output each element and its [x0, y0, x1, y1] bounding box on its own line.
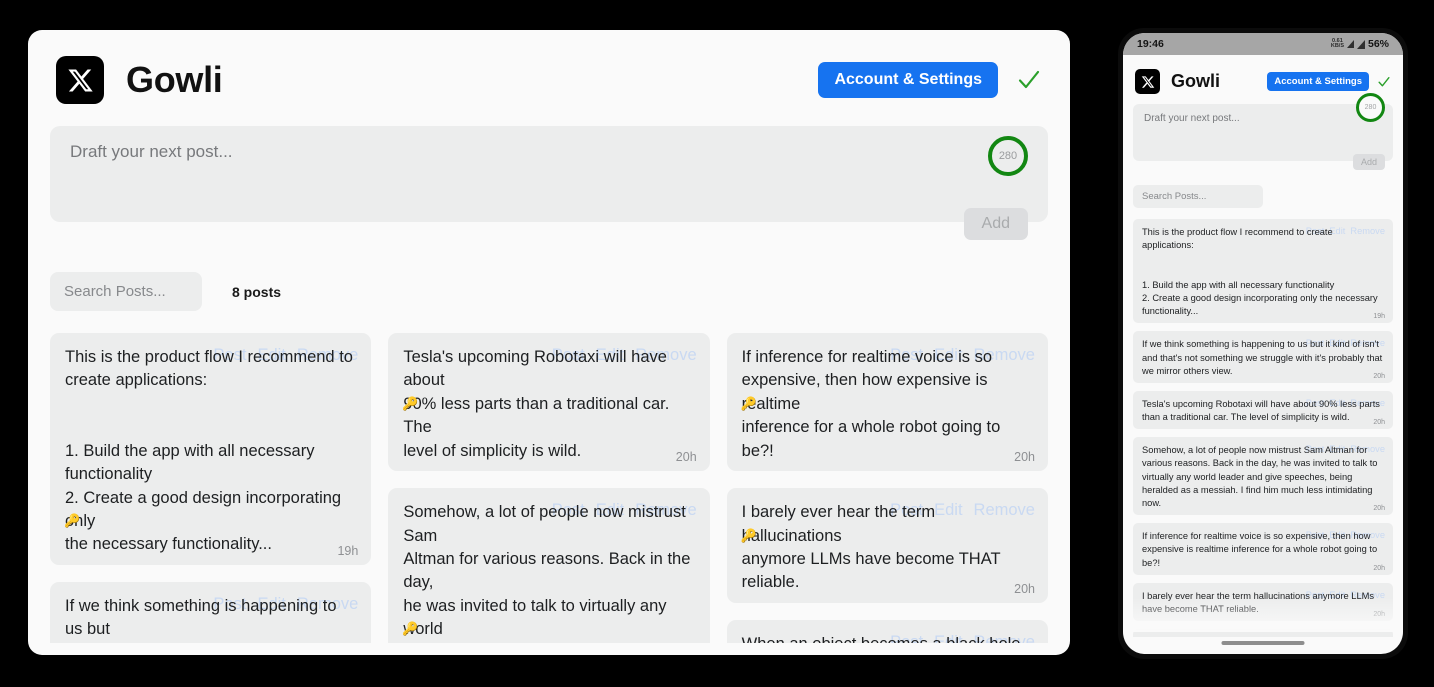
character-counter-ring-mobile: 280	[1356, 93, 1385, 122]
status-time: 19:46	[1137, 38, 1164, 50]
post-card-text-mobile: If we think something is happening to us…	[1142, 338, 1384, 378]
composer-placeholder: Draft your next post...	[70, 142, 1028, 162]
post-timestamp-mobile: 20h	[1373, 505, 1385, 512]
account-settings-button-mobile[interactable]: Account & Settings	[1267, 72, 1369, 91]
post-card-mobile[interactable]: PostEditRemoveThis is the product flow I…	[1133, 219, 1393, 323]
posts-list-mobile: PostEditRemoveThis is the product flow I…	[1133, 219, 1393, 637]
post-card-text: Somehow, a lot of people now mistrust Sa…	[403, 501, 694, 643]
green-check-icon-mobile[interactable]	[1377, 75, 1391, 89]
mobile-data-icon	[1347, 40, 1354, 48]
post-card[interactable]: PostEditRemoveSomehow, a lot of people n…	[388, 488, 709, 643]
screenshot-stage: Gowli Account & Settings Draft your next…	[0, 0, 1434, 687]
key-emoji-icon: 🔑	[741, 529, 757, 542]
posts-column-3: PostEditRemoveIf inference for realtime …	[727, 333, 1048, 643]
post-card-mobile[interactable]: PostEditRemoveIf we think something is h…	[1133, 331, 1393, 383]
key-emoji-icon: 🔑	[402, 622, 418, 635]
character-counter-ring: 280	[988, 136, 1028, 176]
post-card-mobile[interactable]: PostEditRemoveTesla's upcoming Robotaxi …	[1133, 391, 1393, 429]
search-posts-input[interactable]	[50, 272, 202, 311]
post-card-mobile[interactable]: PostEditRemoveI barely ever hear the ter…	[1133, 583, 1393, 621]
post-card-text: If we think something is happening to us…	[65, 595, 356, 643]
post-card[interactable]: PostEditRemoveTesla's upcoming Robotaxi …	[388, 333, 709, 471]
post-timestamp-mobile: 20h	[1373, 373, 1385, 380]
app-title: Gowli	[126, 59, 223, 101]
post-timestamp-mobile: 20h	[1373, 419, 1385, 426]
search-row: 8 posts	[50, 272, 1048, 311]
network-speed-unit: KB/S	[1331, 43, 1344, 49]
post-card-text-mobile: I barely ever hear the term hallucinatio…	[1142, 590, 1384, 616]
green-check-icon[interactable]	[1016, 67, 1042, 93]
post-card-text: When an object becomes a black hole noth…	[742, 633, 1033, 643]
network-speed-icon: 0.61 KB/S	[1331, 39, 1344, 49]
key-emoji-icon: 🔑	[402, 397, 418, 410]
posts-column-1: PostEditRemoveThis is the product flow I…	[50, 333, 371, 643]
status-icons: 0.61 KB/S 56%	[1331, 38, 1389, 50]
post-card-text-mobile: Tesla's upcoming Robotaxi will have abou…	[1142, 398, 1384, 424]
add-post-button[interactable]: Add	[964, 208, 1028, 240]
posts-column-2: PostEditRemoveTesla's upcoming Robotaxi …	[388, 333, 709, 643]
post-card-mobile[interactable]: PostEditRemoveWhen an object becomes a b…	[1133, 629, 1393, 637]
post-card-text-mobile: When an object becomes a black hole noth…	[1142, 636, 1384, 637]
character-counter-value-mobile: 280	[1365, 104, 1377, 111]
post-card-text: This is the product flow I recommend to …	[65, 346, 356, 557]
add-post-button-mobile[interactable]: Add	[1353, 154, 1385, 170]
signal-bars-icon	[1357, 40, 1365, 49]
post-count-label: 8 posts	[232, 284, 281, 300]
x-logo-icon-mobile	[1135, 69, 1160, 94]
mobile-screen: 19:46 0.61 KB/S 56%	[1123, 33, 1403, 654]
post-timestamp: 20h	[1014, 582, 1035, 596]
post-card-mobile[interactable]: PostEditRemoveIf inference for realtime …	[1133, 523, 1393, 575]
search-posts-input-mobile[interactable]	[1133, 185, 1263, 208]
post-card-text-mobile: If inference for realtime voice is so ex…	[1142, 530, 1384, 570]
home-indicator[interactable]	[1222, 641, 1305, 645]
post-card-text: Tesla's upcoming Robotaxi will have abou…	[403, 346, 694, 463]
desktop-app-window: Gowli Account & Settings Draft your next…	[28, 30, 1070, 655]
post-card-mobile[interactable]: PostEditRemoveSomehow, a lot of people n…	[1133, 437, 1393, 515]
post-card[interactable]: PostEditRemoveWhen an object becomes a b…	[727, 620, 1048, 643]
post-card-text-mobile: This is the product flow I recommend to …	[1142, 226, 1384, 318]
key-emoji-icon: 🔑	[64, 514, 80, 527]
post-timestamp-mobile: 19h	[1373, 313, 1385, 320]
battery-percent: 56%	[1368, 38, 1389, 50]
x-logo-icon	[56, 56, 104, 104]
key-emoji-icon: 🔑	[741, 397, 757, 410]
composer-placeholder-mobile: Draft your next post...	[1144, 113, 1382, 124]
post-card-text-mobile: Somehow, a lot of people now mistrust Sa…	[1142, 444, 1384, 510]
post-card[interactable]: PostEditRemoveI barely ever hear the ter…	[727, 488, 1048, 603]
app-title-mobile: Gowli	[1171, 71, 1220, 92]
post-card-text: I barely ever hear the term hallucinatio…	[742, 501, 1033, 595]
post-composer-mobile[interactable]: Draft your next post... 280 Add	[1133, 104, 1393, 161]
mobile-status-bar: 19:46 0.61 KB/S 56%	[1123, 33, 1403, 55]
post-timestamp: 19h	[337, 544, 358, 558]
post-card[interactable]: PostEditRemoveIf we think something is h…	[50, 582, 371, 643]
post-card-text: If inference for realtime voice is so ex…	[742, 346, 1033, 463]
mobile-device-frame: 19:46 0.61 KB/S 56%	[1118, 28, 1408, 659]
character-counter-value: 280	[999, 150, 1017, 162]
post-composer[interactable]: Draft your next post... 280 Add	[50, 126, 1048, 222]
post-card[interactable]: PostEditRemoveThis is the product flow I…	[50, 333, 371, 565]
post-card[interactable]: PostEditRemoveIf inference for realtime …	[727, 333, 1048, 471]
posts-board: PostEditRemoveThis is the product flow I…	[50, 333, 1048, 643]
post-timestamp-mobile: 20h	[1373, 611, 1385, 618]
app-header: Gowli Account & Settings	[28, 30, 1070, 118]
account-settings-button[interactable]: Account & Settings	[818, 62, 998, 98]
post-timestamp: 20h	[676, 450, 697, 464]
post-timestamp-mobile: 20h	[1373, 565, 1385, 572]
post-timestamp: 20h	[1014, 450, 1035, 464]
